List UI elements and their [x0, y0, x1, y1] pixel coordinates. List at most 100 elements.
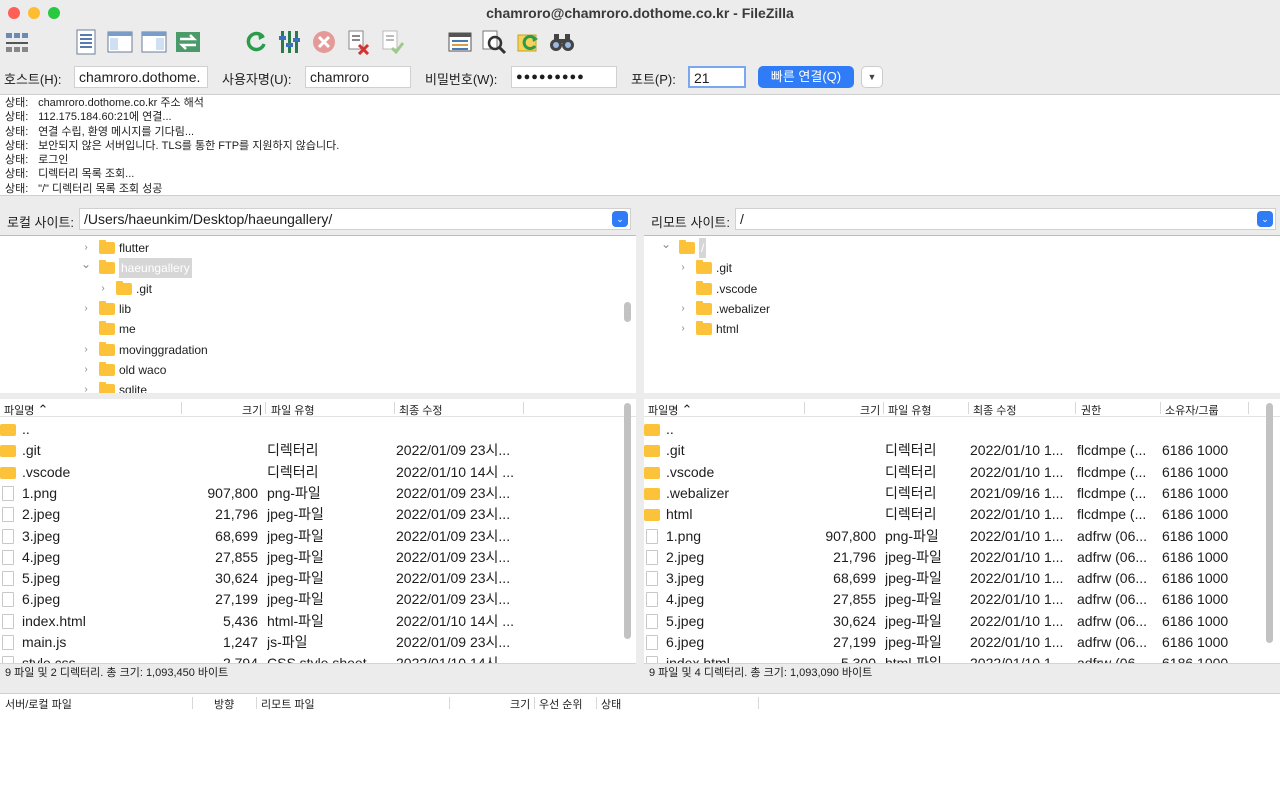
file-row[interactable]: .webalizer 디렉터리 2021/09/16 1... flcdmpe (..…	[644, 483, 1280, 504]
chevron-right-icon[interactable]: ›	[98, 279, 108, 299]
remote-col-owner[interactable]: 소유자/그룹	[1165, 402, 1219, 418]
remote-col-permissions[interactable]: 권한	[1081, 402, 1101, 418]
quickconnect-button[interactable]: 빠른 연결(Q)	[758, 66, 854, 88]
tree-node-label: .vscode	[716, 281, 758, 296]
file-row[interactable]: 3.jpeg 68,699 jpeg-파일 2022/01/10 1... adfrw …	[644, 568, 1280, 589]
toggle-transfer-queue-icon[interactable]	[174, 28, 202, 56]
tree-node[interactable]: › .git	[644, 258, 1264, 278]
site-manager-icon[interactable]	[3, 28, 31, 56]
disconnect-icon[interactable]	[344, 28, 372, 56]
chevron-right-icon[interactable]: ›	[81, 380, 91, 393]
search-files-icon[interactable]	[548, 28, 576, 56]
file-row[interactable]: index.html 5,436 html-파일 2022/01/10 14시 ...	[0, 611, 636, 632]
tree-node[interactable]: ⌄ /	[644, 236, 1264, 258]
file-row[interactable]: 5.jpeg 30,624 jpeg-파일 2022/01/09 23시...	[0, 568, 636, 589]
log-line: 상태: 로그인	[5, 153, 1275, 167]
file-row[interactable]: .git 디렉터리 2022/01/10 1... flcdmpe (... 6186 …	[644, 440, 1280, 461]
remote-path-dropdown-icon[interactable]: ⌄	[1257, 211, 1273, 227]
file-row[interactable]: index.html 5,300 html-파일2022/01/10 1...adf…	[644, 653, 1280, 663]
toggle-message-log-icon[interactable]	[72, 28, 100, 56]
local-file-list[interactable]: 파일명 ⌃ 크기 파일 유형 최종 수정 .. .git 디렉터리 2022/01/0…	[0, 399, 636, 663]
file-row[interactable]: ..	[0, 419, 636, 440]
local-col-size[interactable]: 크기	[242, 402, 262, 418]
local-path-dropdown-icon[interactable]: ⌄	[612, 211, 628, 227]
transfer-queue[interactable]: 서버/로컬 파일 방향 리모트 파일 크기 우선 순위 상태	[0, 693, 1280, 790]
file-row[interactable]: 4.jpeg 27,855 jpeg-파일 2022/01/10 1... adfrw …	[644, 589, 1280, 610]
tree-node[interactable]: ⌄ haeungallery	[0, 257, 620, 279]
sync-browsing-icon[interactable]	[514, 28, 542, 56]
file-row[interactable]: 1.png 907,800 png-파일 2022/01/10 1... adfrw (…	[644, 526, 1280, 547]
file-row[interactable]: ..	[644, 419, 1280, 440]
queue-col-remote[interactable]: 리모트 파일	[261, 696, 315, 712]
file-row[interactable]: .vscode 디렉터리 2022/01/10 1... flcdmpe (... 61…	[644, 462, 1280, 483]
cancel-operation-icon[interactable]	[310, 28, 338, 56]
message-log[interactable]: 상태: chamroro.dothome.co.kr 주소 해석 상태: 112.…	[0, 94, 1280, 196]
queue-col-direction[interactable]: 방향	[214, 696, 234, 712]
file-row[interactable]: 2.jpeg 21,796 jpeg-파일 2022/01/10 1... adfrw …	[644, 547, 1280, 568]
remote-directory-tree[interactable]: ⌄ / › .git .vscode › .webalizer › html	[644, 235, 1280, 393]
local-directory-tree[interactable]: › flutter ⌄ haeungallery › .git › lib me › movingg…	[0, 235, 636, 393]
tree-node[interactable]: › .git	[0, 279, 620, 299]
username-input[interactable]: chamroro	[305, 66, 411, 88]
tree-node[interactable]: › lib	[0, 299, 620, 319]
remote-col-name[interactable]: 파일명 ⌃	[648, 402, 692, 418]
host-input[interactable]: chamroro.dothome.	[74, 66, 208, 88]
password-input[interactable]: ●●●●●●●●●	[511, 66, 617, 88]
quickconnect-history-dropdown[interactable]: ▼	[861, 66, 883, 88]
local-tree-scrollbar[interactable]	[624, 302, 631, 322]
file-modified: 2022/01/10 1...	[970, 653, 1074, 663]
folder-icon	[99, 361, 115, 376]
queue-col-server-local[interactable]: 서버/로컬 파일	[5, 696, 72, 712]
chevron-right-icon[interactable]: ›	[81, 299, 91, 319]
file-row[interactable]: html 디렉터리 2022/01/10 1... flcdmpe (... 6186 …	[644, 504, 1280, 525]
queue-col-status[interactable]: 상태	[601, 696, 621, 712]
tree-node[interactable]: › movinggradation	[0, 340, 620, 360]
chevron-down-icon[interactable]: ⌄	[81, 254, 91, 274]
file-type: jpeg-파일	[267, 548, 324, 565]
remote-file-list[interactable]: 파일명 ⌃ 크기 파일 유형 최종 수정 권한 소유자/그룹 .. .git 디렉터…	[644, 399, 1280, 663]
file-row[interactable]: .vscode 디렉터리 2022/01/10 14시 ...	[0, 462, 636, 483]
file-row[interactable]: 3.jpeg 68,699 jpeg-파일 2022/01/09 23시...	[0, 526, 636, 547]
toggle-remote-tree-icon[interactable]	[140, 28, 168, 56]
file-row[interactable]: .git 디렉터리 2022/01/09 23시...	[0, 440, 636, 461]
file-name: .git	[22, 442, 41, 459]
tree-node[interactable]: › .webalizer	[644, 299, 1264, 319]
file-row[interactable]: 1.png 907,800 png-파일 2022/01/09 23시...	[0, 483, 636, 504]
local-site-path-input[interactable]: /Users/haeunkim/Desktop/haeungallery/ ⌄	[79, 208, 631, 230]
queue-col-priority[interactable]: 우선 순위	[539, 696, 583, 712]
tree-node[interactable]: › html	[644, 319, 1264, 339]
file-row[interactable]: main.js 1,247 js-파일 2022/01/09 23시...	[0, 632, 636, 653]
remote-col-type[interactable]: 파일 유형	[888, 402, 932, 418]
tree-node[interactable]: me	[0, 319, 620, 339]
chevron-right-icon[interactable]: ›	[81, 360, 91, 380]
file-row[interactable]: 6.jpeg 27,199 jpeg-파일 2022/01/10 1... adfrw …	[644, 632, 1280, 653]
port-input[interactable]: 21	[688, 66, 746, 88]
refresh-icon[interactable]	[242, 28, 270, 56]
queue-col-size[interactable]: 크기	[510, 696, 530, 712]
tree-node[interactable]: › flutter	[0, 238, 620, 258]
file-row[interactable]: 2.jpeg 21,796 jpeg-파일 2022/01/09 23시...	[0, 504, 636, 525]
chevron-right-icon[interactable]: ›	[678, 319, 688, 339]
local-col-modified[interactable]: 최종 수정	[399, 402, 443, 418]
directory-filter-icon[interactable]	[446, 28, 474, 56]
remote-site-path-input[interactable]: / ⌄	[735, 208, 1276, 230]
file-row[interactable]: 6.jpeg 27,199 jpeg-파일 2022/01/09 23시...	[0, 589, 636, 610]
compare-directories-icon[interactable]	[480, 28, 508, 56]
remote-col-modified[interactable]: 최종 수정	[973, 402, 1017, 418]
tree-node[interactable]: › sqlite	[0, 380, 620, 393]
file-row[interactable]: 5.jpeg 30,624 jpeg-파일 2022/01/10 1... adfrw …	[644, 611, 1280, 632]
chevron-right-icon[interactable]: ›	[678, 258, 688, 278]
process-queue-icon[interactable]	[276, 28, 304, 56]
reconnect-icon[interactable]	[378, 28, 406, 56]
local-col-type[interactable]: 파일 유형	[271, 402, 315, 418]
file-row[interactable]: 4.jpeg 27,855 jpeg-파일 2022/01/09 23시...	[0, 547, 636, 568]
toggle-local-tree-icon[interactable]	[106, 28, 134, 56]
remote-col-size[interactable]: 크기	[860, 402, 880, 418]
local-col-name[interactable]: 파일명 ⌃	[4, 402, 48, 418]
chevron-right-icon[interactable]: ›	[678, 299, 688, 319]
file-row[interactable]: style.css 2,794 CSS style sheet 2022/01/10 …	[0, 653, 636, 663]
tree-node[interactable]: › old waco	[0, 360, 620, 380]
chevron-right-icon[interactable]: ›	[81, 340, 91, 360]
tree-node[interactable]: .vscode	[644, 279, 1264, 299]
chevron-down-icon[interactable]: ⌄	[661, 236, 671, 254]
